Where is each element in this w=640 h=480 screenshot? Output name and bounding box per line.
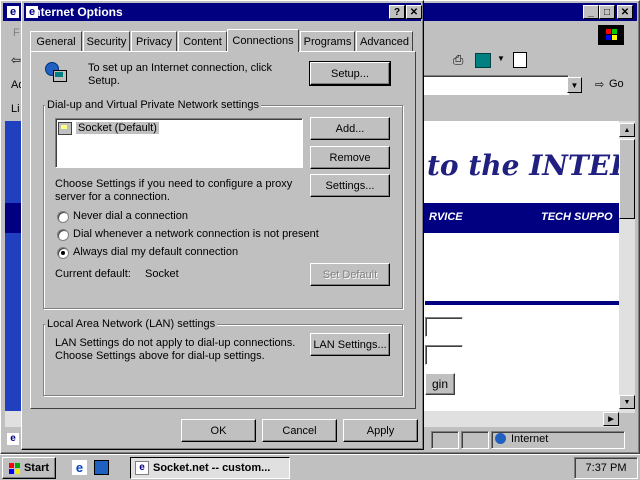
- current-default-label: Current default:: [55, 268, 131, 280]
- radio-never-dial[interactable]: [57, 211, 69, 223]
- lan-group-label: Local Area Network (LAN) settings: [45, 318, 218, 330]
- radio-always-dial[interactable]: [57, 247, 69, 259]
- tab-general[interactable]: General: [30, 31, 82, 51]
- setup-description: To set up an Internet connection, click …: [88, 62, 273, 87]
- login-password-input[interactable]: [425, 345, 463, 365]
- scroll-up-button[interactable]: ▲: [619, 123, 635, 137]
- edit-icon[interactable]: [475, 53, 491, 68]
- set-default-button[interactable]: Set Default: [310, 263, 390, 286]
- internet-options-dialog: Internet Options e ? ✕ General Security …: [21, 0, 424, 450]
- start-button[interactable]: Start: [2, 457, 56, 479]
- tab-advanced[interactable]: Advanced: [356, 31, 413, 51]
- address-dropdown-button[interactable]: ▼: [567, 77, 582, 93]
- dialup-group-label: Dial-up and Virtual Private Network sett…: [45, 99, 261, 111]
- setup-button[interactable]: Setup...: [309, 61, 391, 86]
- radio-always-dial-label[interactable]: Always dial my default connection: [73, 246, 238, 258]
- current-default-value: Socket: [145, 268, 179, 280]
- address-input[interactable]: [421, 75, 569, 95]
- dialup-connection-icon: [58, 121, 72, 135]
- connection-name: Socket (Default): [76, 122, 159, 134]
- dialog-help-button[interactable]: ?: [389, 5, 405, 19]
- dialog-close-button[interactable]: ✕: [406, 5, 422, 19]
- list-item[interactable]: Socket (Default): [58, 121, 159, 135]
- proxy-settings-description: Choose Settings if you need to configure…: [55, 178, 293, 203]
- tab-privacy[interactable]: Privacy: [131, 31, 177, 51]
- scroll-right-button[interactable]: ▶: [603, 412, 619, 426]
- task-button-browser[interactable]: e Socket.net -- custom...: [130, 457, 290, 479]
- cancel-button[interactable]: Cancel: [262, 419, 337, 442]
- login-button[interactable]: gin: [425, 373, 455, 395]
- browser-close-button[interactable]: ✕: [617, 5, 633, 19]
- browser-title-icon: e: [7, 6, 19, 18]
- menu-file[interactable]: F: [13, 27, 20, 39]
- connection-wizard-icon: [45, 62, 67, 84]
- status-pane-1: [431, 431, 459, 449]
- scroll-down-button[interactable]: ▼: [619, 395, 635, 409]
- discuss-icon[interactable]: [513, 52, 527, 68]
- dialog-title: Internet Options: [30, 5, 123, 19]
- system-tray: 7:37 PM: [574, 457, 638, 479]
- tab-connections[interactable]: Connections: [227, 29, 299, 52]
- task-ie-icon: e: [135, 461, 149, 475]
- tab-programs[interactable]: Programs: [300, 31, 355, 51]
- add-button[interactable]: Add...: [310, 117, 390, 140]
- connections-list[interactable]: Socket (Default): [55, 118, 303, 168]
- lan-description: LAN Settings do not apply to dial-up con…: [55, 337, 296, 362]
- go-button[interactable]: Go: [609, 78, 624, 90]
- browser-minimize-button[interactable]: _: [583, 5, 599, 19]
- start-windows-icon: [8, 462, 21, 474]
- print-icon[interactable]: ⎙: [453, 52, 463, 68]
- tab-content[interactable]: Content: [178, 31, 227, 51]
- dialog-titlebar: Internet Options: [24, 3, 421, 21]
- radio-dial-whenever[interactable]: [57, 229, 69, 241]
- radio-dial-whenever-label[interactable]: Dial whenever a network connection is no…: [73, 228, 319, 240]
- tab-strip: General Security Privacy Content Connect…: [30, 29, 420, 53]
- links-label: Li: [11, 103, 20, 115]
- status-icon: e: [7, 433, 19, 445]
- apply-button[interactable]: Apply: [343, 419, 418, 442]
- quick-launch-desktop-icon[interactable]: [94, 460, 109, 475]
- quick-launch-ie-icon[interactable]: e: [72, 460, 87, 475]
- tab-page: To set up an Internet connection, click …: [30, 51, 416, 409]
- ok-button[interactable]: OK: [181, 419, 256, 442]
- scroll-thumb[interactable]: [619, 139, 635, 219]
- login-username-input[interactable]: [425, 317, 463, 337]
- tab-security[interactable]: Security: [83, 31, 130, 51]
- nav-item-service[interactable]: RVICE: [429, 211, 463, 223]
- status-pane-2: [461, 431, 489, 449]
- page-divider: [425, 301, 619, 305]
- task-label: Socket.net -- custom...: [153, 462, 271, 474]
- lan-settings-button[interactable]: LAN Settings...: [310, 333, 390, 356]
- settings-button[interactable]: Settings...: [310, 174, 390, 197]
- browser-maximize-button[interactable]: □: [599, 5, 615, 19]
- nav-item-tech-support[interactable]: TECH SUPPO: [541, 211, 613, 223]
- back-icon[interactable]: ⇦: [11, 53, 21, 67]
- remove-button[interactable]: Remove: [310, 146, 390, 169]
- status-zone-text: Internet: [511, 433, 549, 445]
- clock[interactable]: 7:37 PM: [586, 462, 627, 474]
- dropdown-icon[interactable]: ▼: [497, 54, 505, 63]
- taskbar: Start e e Socket.net -- custom... 7:37 P…: [0, 454, 640, 480]
- windows-logo-icon: [598, 25, 624, 45]
- start-label: Start: [23, 462, 50, 474]
- dialog-title-icon: e: [26, 6, 38, 18]
- radio-never-dial-label[interactable]: Never dial a connection: [73, 210, 188, 222]
- globe-icon: [495, 433, 506, 444]
- hero-text: to the INTER: [427, 149, 619, 182]
- go-icon[interactable]: ⇨: [595, 78, 604, 91]
